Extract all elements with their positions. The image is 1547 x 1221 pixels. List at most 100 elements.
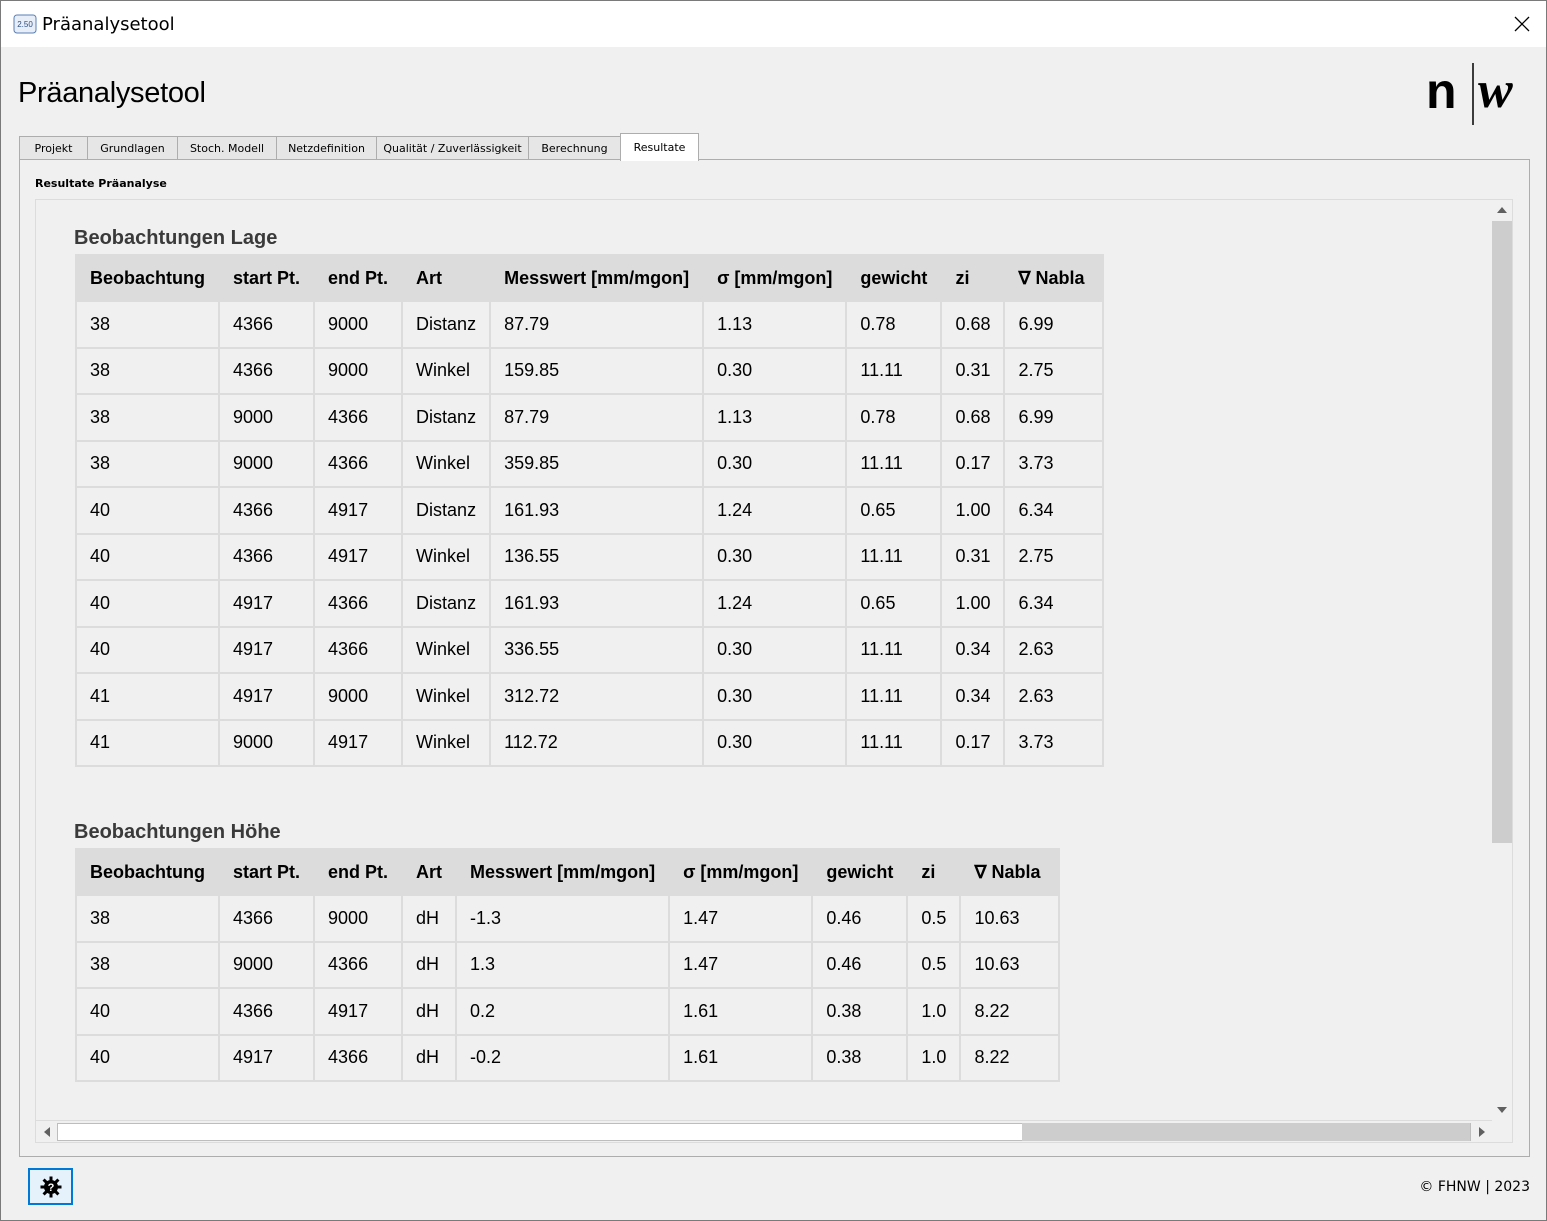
column-header: Messwert [mm/mgon] — [489, 254, 705, 302]
table-cell: 10.63 — [959, 894, 1061, 943]
table-cell: 4917 — [313, 718, 404, 767]
close-button[interactable] — [1498, 1, 1546, 47]
table-cell: 1.61 — [668, 987, 814, 1036]
table-cell: 0.31 — [940, 532, 1006, 581]
tab-projekt[interactable]: Projekt — [19, 136, 88, 160]
tab-berechnung[interactable]: Berechnung — [528, 136, 621, 160]
table-header-row: Beobachtung start Pt. end Pt. Art Messwe… — [75, 848, 1061, 896]
table-cell: 0.5 — [906, 940, 962, 989]
table-cell: Winkel — [401, 532, 492, 581]
table-cell: dH — [401, 940, 458, 989]
svg-text:?: ? — [47, 1182, 54, 1194]
column-header: end Pt. — [313, 848, 404, 896]
table-cell: 40 — [75, 625, 220, 674]
title-bar: 2.50 Präanalysetool — [1, 1, 1546, 47]
table-row: 40 4366 4917 dH 0.2 1.61 0.38 1.0 8.22 — [75, 987, 1061, 1036]
table-cell: 0.65 — [845, 486, 943, 535]
table-cell: 1.00 — [940, 486, 1006, 535]
table-cell: 4366 — [217, 486, 316, 535]
horizontal-scrollbar[interactable] — [36, 1120, 1492, 1142]
table-cell: 6.34 — [1003, 486, 1105, 535]
table-cell: 0.17 — [940, 439, 1006, 488]
table-cell: 2.63 — [1003, 672, 1105, 721]
tab-netzdefinition[interactable]: Netzdefinition — [276, 136, 377, 160]
table-cell: 9000 — [313, 300, 404, 349]
lage-table: Beobachtung start Pt. end Pt. Art Messwe… — [75, 254, 1105, 767]
app-window: 2.50 Präanalysetool Präanalysetool n w P… — [0, 0, 1547, 1221]
column-header: ∇ Nabla — [1003, 254, 1105, 302]
lage-title: Beobachtungen Lage — [74, 227, 278, 249]
column-header: end Pt. — [313, 254, 404, 302]
horizontal-scroll-thumb[interactable] — [1022, 1123, 1470, 1141]
table-cell: 1.13 — [702, 300, 848, 349]
table-cell: Distanz — [401, 579, 492, 628]
table-cell: 0.30 — [702, 672, 848, 721]
table-cell: 41 — [75, 718, 220, 767]
table-cell: 40 — [75, 486, 220, 535]
tab-resultate[interactable]: Resultate — [620, 133, 699, 161]
scroll-up-button[interactable] — [1492, 200, 1512, 220]
scroll-down-button[interactable] — [1492, 1100, 1512, 1120]
scroll-right-button[interactable] — [1472, 1123, 1492, 1141]
table-cell: dH — [401, 1033, 458, 1082]
table-cell: 4366 — [313, 940, 404, 989]
table-cell: 9000 — [217, 940, 316, 989]
vertical-scroll-thumb[interactable] — [1492, 221, 1512, 843]
table-cell: Distanz — [401, 486, 492, 535]
table-cell: 40 — [75, 1033, 220, 1082]
table-cell: 0.65 — [845, 579, 943, 628]
fhnw-logo: n w — [1426, 63, 1513, 125]
table-row: 40 4917 4366 dH -0.2 1.61 0.38 1.0 8.22 — [75, 1033, 1061, 1082]
table-row: 38 4366 9000 Distanz 87.79 1.13 0.78 0.68 6.99 — [75, 300, 1105, 349]
table-cell: 0.38 — [811, 1033, 909, 1082]
table-header-row: Beobachtung start Pt. end Pt. Art Messwe… — [75, 254, 1105, 302]
arrow-down-icon — [1497, 1107, 1507, 1113]
table-cell: 2.75 — [1003, 346, 1105, 395]
table-cell: 38 — [75, 346, 220, 395]
table-cell: 4917 — [313, 987, 404, 1036]
table-cell: 41 — [75, 672, 220, 721]
table-cell: 0.2 — [455, 987, 671, 1036]
table-cell: -1.3 — [455, 894, 671, 943]
column-header: σ [mm/mgon] — [702, 254, 848, 302]
scroll-left-button[interactable] — [37, 1123, 57, 1141]
table-cell: 359.85 — [489, 439, 705, 488]
table-cell: Winkel — [401, 439, 492, 488]
results-scroll-area[interactable]: Beobachtungen Lage Beobachtung start Pt.… — [35, 199, 1513, 1143]
table-row: 41 9000 4917 Winkel 112.72 0.30 11.11 0.17 3.73 — [75, 718, 1105, 767]
table-cell: 11.11 — [845, 625, 943, 674]
table-cell: 40 — [75, 987, 220, 1036]
table-cell: 1.00 — [940, 579, 1006, 628]
table-cell: Distanz — [401, 393, 492, 442]
table-row: 38 9000 4366 dH 1.3 1.47 0.46 0.5 10.63 — [75, 940, 1061, 989]
column-header: zi — [940, 254, 1006, 302]
table-cell: 0.17 — [940, 718, 1006, 767]
tab-stoch-modell[interactable]: Stoch. Modell — [177, 136, 277, 160]
table-cell: 4366 — [217, 346, 316, 395]
copyright-text: © FHNW | 2023 — [1419, 1179, 1530, 1195]
table-cell: Winkel — [401, 346, 492, 395]
table-cell: 4366 — [313, 579, 404, 628]
arrow-left-icon — [44, 1127, 50, 1137]
table-cell: 0.38 — [811, 987, 909, 1036]
table-cell: 9000 — [217, 439, 316, 488]
column-header: Art — [401, 848, 458, 896]
table-cell: 11.11 — [845, 532, 943, 581]
vertical-scrollbar[interactable] — [1492, 200, 1512, 1122]
tab-qualitaet[interactable]: Qualität / Zuverlässigkeit — [376, 136, 529, 160]
table-cell: 0.31 — [940, 346, 1006, 395]
tab-grundlagen[interactable]: Grundlagen — [87, 136, 178, 160]
table-cell: 0.30 — [702, 346, 848, 395]
table-cell: dH — [401, 987, 458, 1036]
column-header: gewicht — [845, 254, 943, 302]
help-settings-button[interactable]: ? — [28, 1168, 73, 1205]
table-cell: 159.85 — [489, 346, 705, 395]
table-cell: 6.99 — [1003, 300, 1105, 349]
results-panel: Resultate Präanalyse Beobachtungen Lage … — [19, 159, 1530, 1157]
table-cell: 4917 — [217, 625, 316, 674]
table-cell: 38 — [75, 393, 220, 442]
table-row: 40 4366 4917 Winkel 136.55 0.30 11.11 0.31 2.75 — [75, 532, 1105, 581]
table-cell: 11.11 — [845, 718, 943, 767]
table-cell: Winkel — [401, 625, 492, 674]
table-row: 40 4366 4917 Distanz 161.93 1.24 0.65 1.00 6.34 — [75, 486, 1105, 535]
